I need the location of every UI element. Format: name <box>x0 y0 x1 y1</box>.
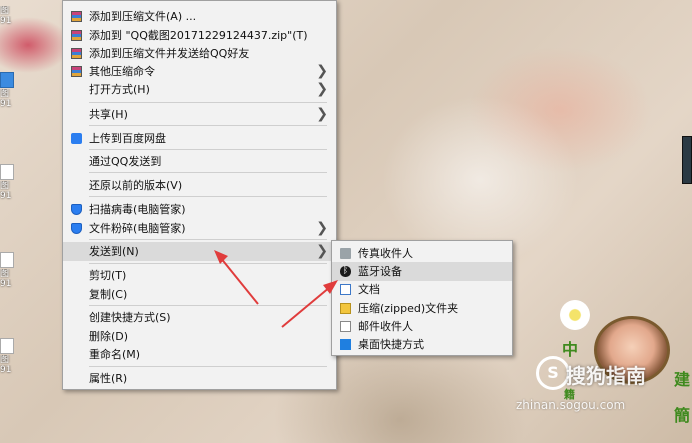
annotation-arrow-send-to <box>214 250 259 305</box>
annotation-arrows <box>214 250 338 328</box>
annotation-arrow-bluetooth <box>281 280 338 328</box>
